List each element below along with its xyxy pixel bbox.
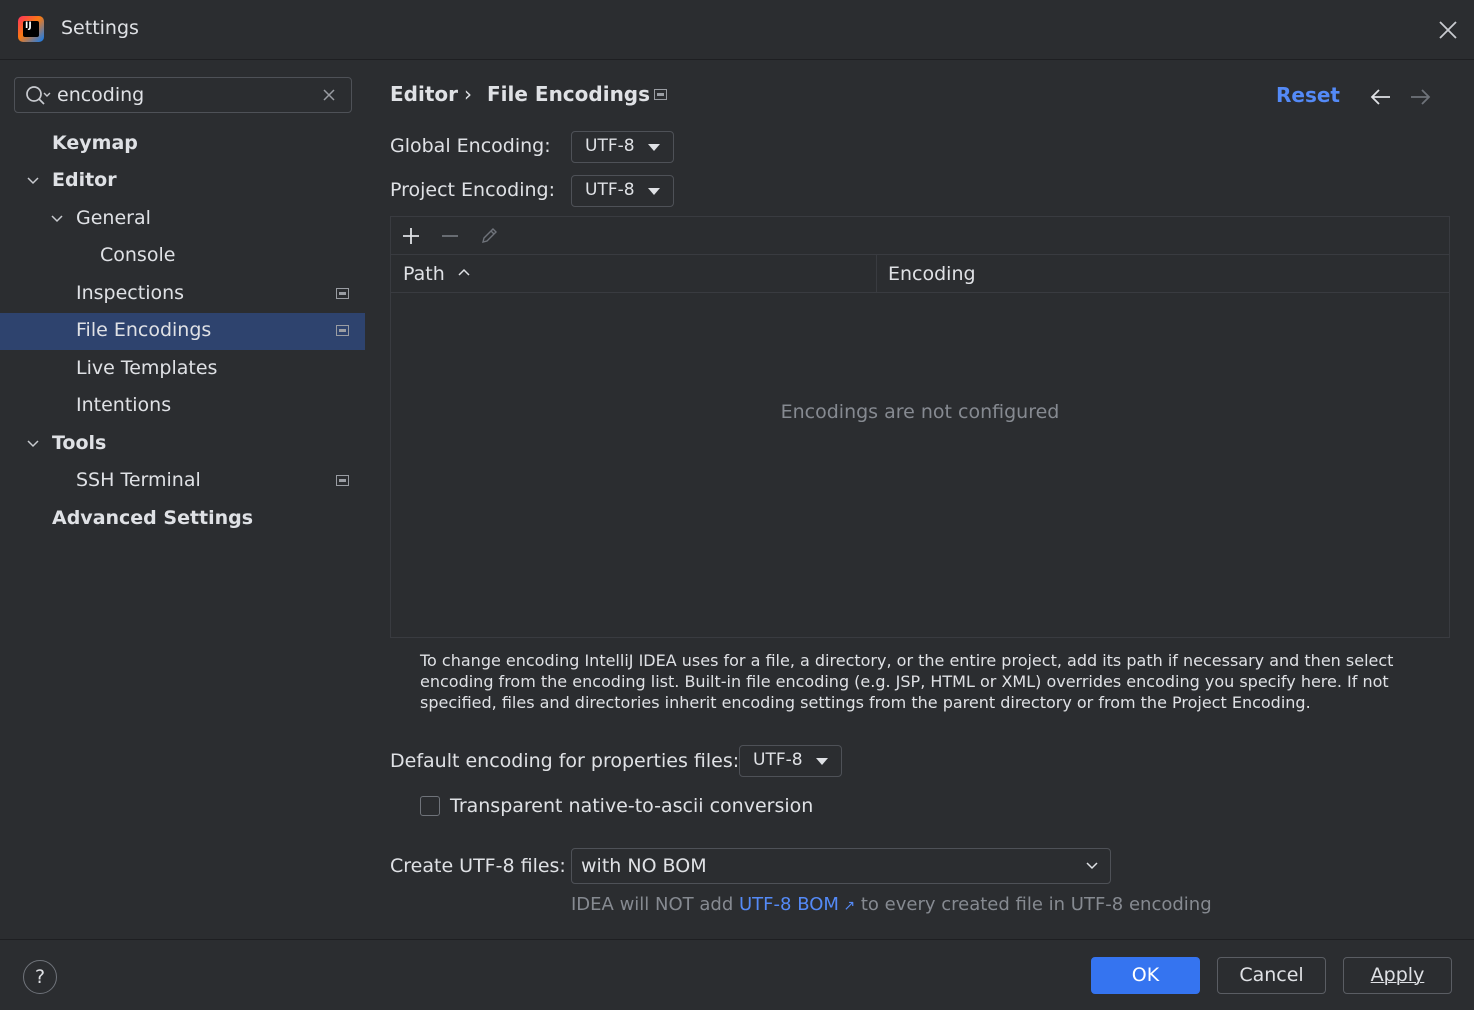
sidebar-item-general[interactable]: General	[0, 201, 365, 238]
chevron-down-icon	[1086, 862, 1098, 870]
sidebar-item-label: File Encodings	[76, 319, 212, 341]
ok-button[interactable]: OK	[1091, 957, 1200, 994]
project-level-icon	[336, 475, 349, 486]
sidebar-item-label: Editor	[52, 169, 117, 191]
breadcrumb-separator: ›	[464, 82, 472, 106]
arrow-right-icon[interactable]	[1408, 87, 1432, 107]
bom-value: with NO BOM	[581, 855, 707, 877]
sidebar-item-label: Inspections	[76, 282, 185, 304]
arrow-left-icon[interactable]	[1369, 87, 1393, 107]
sidebar-item-label: Live Templates	[76, 357, 218, 379]
utf8-bom-link[interactable]: UTF-8 BOM	[739, 894, 839, 915]
search-box[interactable]	[14, 77, 352, 113]
column-divider[interactable]	[876, 255, 877, 293]
sidebar-item-live-templates[interactable]: Live Templates	[0, 351, 365, 388]
sidebar-item-label: Advanced Settings	[52, 507, 254, 529]
project-encoding-label: Project Encoding:	[390, 179, 556, 201]
close-icon[interactable]	[1436, 18, 1460, 42]
search-input[interactable]	[57, 82, 307, 108]
sidebar-item-label: Tools	[52, 432, 107, 454]
sidebar-item-label: General	[76, 207, 151, 229]
sidebar-item-label: SSH Terminal	[76, 469, 201, 491]
external-link-icon[interactable]: ↗	[839, 898, 855, 914]
global-encoding-select[interactable]: UTF-8	[571, 131, 674, 163]
column-header-path[interactable]: Path	[403, 263, 445, 285]
chevron-down-icon[interactable]	[26, 437, 40, 451]
sidebar-item-tools[interactable]: Tools	[0, 426, 365, 463]
native-to-ascii-checkbox[interactable]	[420, 796, 440, 816]
sidebar-item-console[interactable]: Console	[0, 238, 365, 275]
intellij-logo-icon: IJ	[18, 16, 44, 42]
sidebar-item-label: Keymap	[52, 132, 138, 154]
apply-button[interactable]: Apply	[1343, 957, 1452, 994]
bom-note: IDEA will NOT add UTF-8 BOM ↗ to every c…	[571, 894, 1212, 915]
title-bar: IJ Settings	[0, 0, 1474, 60]
global-encoding-value: UTF-8	[585, 136, 635, 156]
sidebar-item-intentions[interactable]: Intentions	[0, 388, 365, 425]
bom-note-prefix: IDEA will NOT add	[571, 894, 734, 915]
window-title: Settings	[61, 17, 139, 39]
project-encoding-value: UTF-8	[585, 180, 635, 200]
properties-encoding-value: UTF-8	[753, 750, 803, 770]
dropdown-arrow-icon	[816, 758, 828, 765]
remove-icon[interactable]	[439, 225, 461, 247]
native-to-ascii-label[interactable]: Transparent native-to-ascii conversion	[450, 795, 813, 817]
column-header-encoding[interactable]: Encoding	[888, 263, 976, 285]
settings-sidebar: Keymap Editor General Console Inspection…	[0, 61, 365, 939]
reset-link[interactable]: Reset	[1276, 83, 1340, 107]
table-toolbar	[391, 217, 1449, 255]
path-encodings-table: Path Encoding Encodings are not configur…	[390, 216, 1450, 638]
dropdown-arrow-icon	[648, 188, 660, 195]
chevron-down-icon[interactable]	[26, 174, 40, 188]
sidebar-item-label: Intentions	[76, 394, 172, 416]
sidebar-item-ssh-terminal[interactable]: SSH Terminal	[0, 463, 365, 500]
project-level-icon	[654, 89, 667, 100]
global-encoding-label: Global Encoding:	[390, 135, 551, 157]
page-title: File Encodings	[487, 82, 651, 106]
properties-encoding-select[interactable]: UTF-8	[739, 745, 842, 777]
sidebar-item-label: Console	[100, 244, 176, 266]
project-level-icon	[336, 288, 349, 299]
properties-encoding-label: Default encoding for properties files:	[390, 750, 740, 772]
help-button[interactable]: ?	[23, 960, 57, 994]
chevron-down-icon[interactable]	[50, 212, 64, 226]
sidebar-item-advanced-settings[interactable]: Advanced Settings	[0, 501, 365, 538]
project-level-icon	[336, 325, 349, 336]
create-utf8-label: Create UTF-8 files:	[390, 855, 566, 877]
sort-ascending-icon[interactable]	[457, 266, 471, 278]
dropdown-arrow-icon	[648, 144, 660, 151]
bom-select[interactable]: with NO BOM	[571, 848, 1111, 884]
sidebar-item-file-encodings[interactable]: File Encodings	[0, 313, 365, 350]
bom-note-suffix: to every created file in UTF-8 encoding	[860, 894, 1212, 915]
sidebar-item-keymap[interactable]: Keymap	[0, 126, 365, 163]
add-icon[interactable]	[400, 225, 422, 247]
help-description: To change encoding IntelliJ IDEA uses fo…	[420, 651, 1394, 712]
clear-search-icon[interactable]	[321, 87, 337, 103]
edit-icon[interactable]	[478, 225, 500, 247]
project-encoding-select[interactable]: UTF-8	[571, 175, 674, 207]
breadcrumb-editor[interactable]: Editor	[390, 82, 458, 106]
search-icon[interactable]	[25, 85, 53, 107]
sidebar-item-editor[interactable]: Editor	[0, 163, 365, 200]
cancel-button[interactable]: Cancel	[1217, 957, 1326, 994]
settings-content: Editor › File Encodings Reset Global Enc…	[366, 61, 1474, 939]
dialog-footer: ? OK Cancel Apply	[0, 939, 1474, 1010]
sidebar-item-inspections[interactable]: Inspections	[0, 276, 365, 313]
empty-table-message: Encodings are not configured	[780, 401, 1060, 423]
table-header: Path Encoding	[391, 255, 1449, 293]
